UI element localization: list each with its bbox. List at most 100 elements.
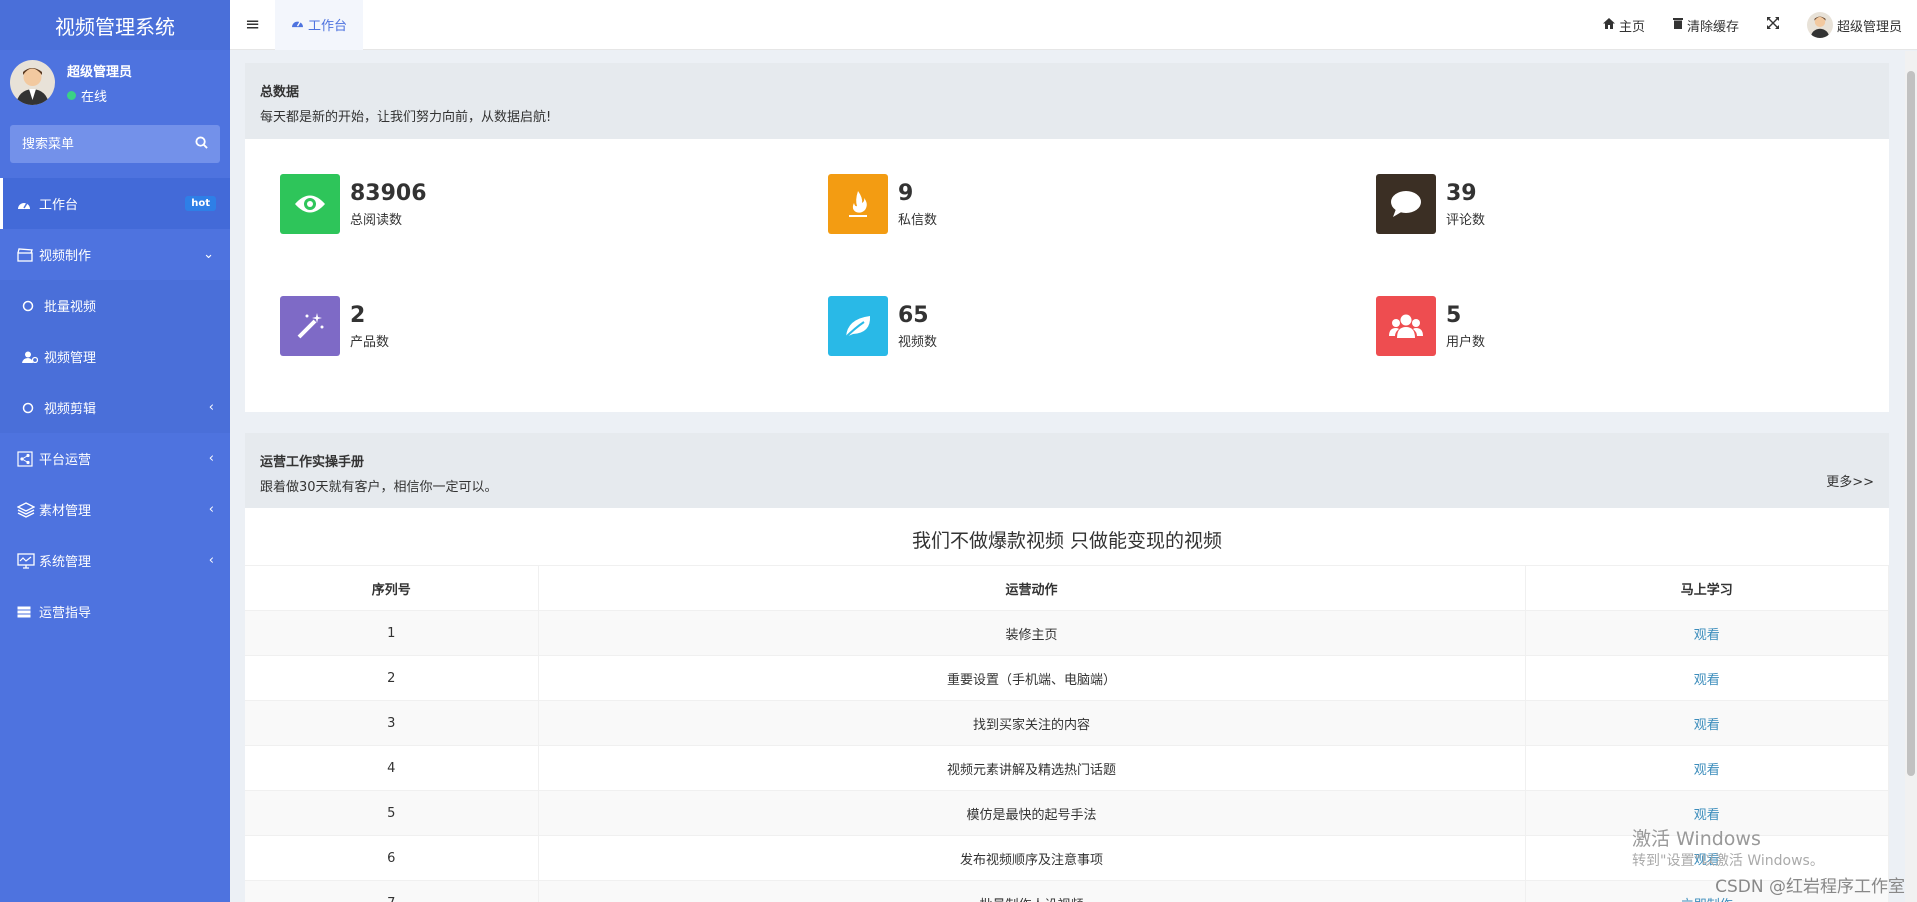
sidebar-item-system[interactable]: 系统管理 ‹ [0, 535, 230, 586]
monitor-icon [17, 552, 35, 569]
chevron-left-icon: ‹ [208, 451, 214, 466]
stat-label: 总阅读数 [350, 212, 403, 228]
header-user-name: 超级管理员 [1836, 19, 1902, 35]
sidebar-item-batch-video[interactable]: 批量视频 [0, 280, 230, 331]
more-link[interactable]: 更多>> [1826, 471, 1874, 490]
server-icon [17, 606, 35, 618]
row-action: 找到买家关注的内容 [538, 700, 1526, 746]
home-link[interactable]: 主页 [1602, 16, 1645, 35]
table-row: 7 批量制作人设视频 立即制作 [245, 880, 1889, 902]
table-row: 2 重要设置（手机端、电脑端） 观看 [245, 655, 1889, 701]
row-action: 视频元素讲解及精选热门话题 [538, 745, 1526, 791]
stat-value: 65 [898, 302, 929, 328]
sidebar-item-video-make[interactable]: 视频制作 ⌄ [0, 229, 230, 280]
magic-wand-icon [280, 296, 340, 356]
hamburger-menu-icon[interactable]: ≡ [230, 14, 275, 35]
tab-dashboard[interactable]: 工作台 [275, 0, 364, 50]
table-row: 3 找到买家关注的内容 观看 [245, 700, 1889, 746]
users-cog-icon [22, 351, 40, 363]
users-icon [1376, 296, 1436, 356]
dashboard-icon [17, 198, 35, 210]
tab-label: 工作台 [308, 19, 348, 34]
leaf-icon [828, 296, 888, 356]
row-action: 批量制作人设视频 [538, 880, 1526, 902]
row-action: 重要设置（手机端、电脑端） [538, 655, 1526, 701]
share-nodes-icon [17, 450, 35, 467]
summary-subtitle: 每天都是新的开始，让我们努力向前，从数据启航! [260, 110, 552, 125]
home-label: 主页 [1618, 19, 1645, 35]
row-action: 发布视频顺序及注意事项 [538, 835, 1526, 881]
fullscreen-button[interactable] [1766, 17, 1779, 33]
table-title: 我们不做爆款视频 只做能变现的视频 [911, 530, 1223, 552]
sidebar-item-label: 视频剪辑 [44, 402, 97, 417]
stat-card: 5 用户数 [1376, 296, 1485, 356]
stat-card: 65 视频数 [828, 296, 937, 356]
row-no: 5 [245, 790, 539, 836]
stat-card: 2 产品数 [280, 296, 389, 356]
summary-title: 总数据 [260, 85, 300, 100]
main-content: 总数据 每天都是新的开始，让我们努力向前，从数据启航! 83906 总阅读数 9 [230, 51, 1905, 902]
stat-label: 产品数 [350, 334, 390, 350]
stat-value: 83906 [350, 180, 427, 206]
user-panel: 超级管理员 在线 [0, 50, 230, 115]
avatar [1806, 12, 1833, 38]
row-no: 6 [245, 835, 539, 881]
row-action: 装修主页 [538, 610, 1526, 656]
stat-value: 39 [1446, 180, 1477, 206]
manual-header: 运营工作实操手册 跟着做30天就有客户，相信你一定可以。 更多>> [245, 433, 1889, 508]
sidebar-item-video-manage[interactable]: 视频管理 [0, 331, 230, 382]
fullscreen-icon [1766, 17, 1779, 33]
sidebar: 视频管理系统 超级管理员 在线 工作台 hot 视频制作 ⌄ [0, 0, 230, 902]
sidebar-item-platform-ops[interactable]: 平台运营 ‹ [0, 433, 230, 484]
sidebar-item-label: 运营指导 [39, 606, 92, 621]
fire-icon [828, 174, 888, 234]
sidebar-item-dashboard[interactable]: 工作台 hot [0, 178, 230, 229]
sidebar-item-label: 视频制作 [39, 249, 92, 264]
stat-label: 私信数 [898, 212, 938, 228]
summary-header: 总数据 每天都是新的开始，让我们努力向前，从数据启航! [245, 63, 1889, 139]
sidebar-item-ops-guide[interactable]: 运营指导 [0, 586, 230, 637]
row-no: 3 [245, 700, 539, 746]
comment-icon [1376, 174, 1436, 234]
sidebar-item-label: 平台运营 [39, 453, 92, 468]
stat-label: 评论数 [1446, 212, 1486, 228]
sidebar-menu: 工作台 hot 视频制作 ⌄ 批量视频 视频管理 视频剪辑 ‹ 平台运营 ‹ 素… [0, 178, 230, 637]
circle-icon [22, 402, 40, 414]
layers-icon [17, 501, 35, 518]
manual-title: 运营工作实操手册 [260, 455, 365, 470]
csdn-watermark: CSDN @红岩程序工作室 [1715, 877, 1905, 897]
column-header: 序列号 [245, 565, 539, 611]
sidebar-item-label: 素材管理 [39, 504, 92, 519]
circle-icon [22, 300, 40, 312]
search-input[interactable] [22, 136, 182, 152]
watch-link[interactable]: 观看 [1525, 610, 1889, 656]
watch-link[interactable]: 观看 [1525, 655, 1889, 701]
watch-link[interactable]: 观看 [1525, 745, 1889, 791]
table-row: 4 视频元素讲解及精选热门话题 观看 [245, 745, 1889, 791]
manual-subtitle: 跟着做30天就有客户，相信你一定可以。 [260, 480, 498, 495]
table-row: 1 装修主页 观看 [245, 610, 1889, 656]
clear-cache-button[interactable]: 清除缓存 [1672, 16, 1739, 35]
summary-box: 总数据 每天都是新的开始，让我们努力向前，从数据启航! 83906 总阅读数 9 [245, 63, 1889, 412]
trash-icon [1672, 17, 1683, 33]
hot-badge: hot [185, 196, 216, 211]
column-header: 马上学习 [1525, 565, 1889, 611]
sidebar-item-label: 视频管理 [44, 351, 97, 366]
search-icon[interactable] [195, 135, 208, 153]
row-no: 7 [245, 880, 539, 902]
stat-label: 视频数 [898, 334, 938, 350]
page-scrollbar[interactable] [1905, 51, 1917, 902]
sidebar-item-video-edit[interactable]: 视频剪辑 ‹ [0, 382, 230, 433]
sidebar-item-material[interactable]: 素材管理 ‹ [0, 484, 230, 535]
clear-cache-label: 清除缓存 [1686, 19, 1739, 35]
home-icon [1602, 17, 1615, 33]
watch-link[interactable]: 观看 [1525, 700, 1889, 746]
scrollbar-thumb[interactable] [1907, 71, 1915, 776]
app-title[interactable]: 视频管理系统 [0, 0, 230, 50]
stat-label: 用户数 [1446, 334, 1486, 350]
sidebar-item-label: 批量视频 [44, 300, 97, 315]
user-menu[interactable]: 超级管理员 [1806, 12, 1902, 38]
chevron-left-icon: ‹ [208, 502, 214, 517]
menu-search [10, 125, 220, 163]
column-header: 运营动作 [538, 565, 1526, 611]
